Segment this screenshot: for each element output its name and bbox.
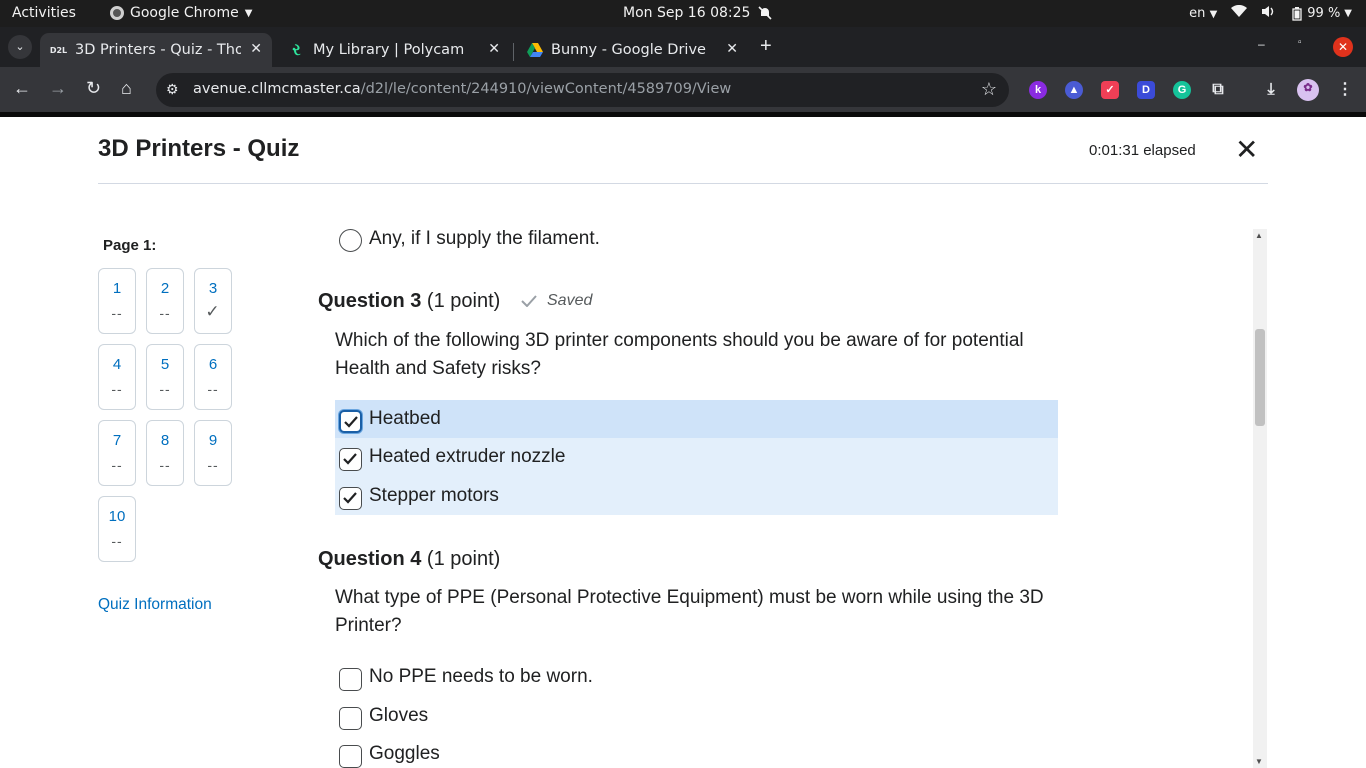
close-window-icon[interactable]: ✕	[1333, 37, 1353, 57]
minimize-icon[interactable]: ‒	[1258, 37, 1265, 51]
extension-k-icon[interactable]: k	[1029, 81, 1047, 99]
app-menu[interactable]: Google Chrome ▼	[110, 5, 252, 21]
tab-title: 3D Printers - Quiz - Thod	[75, 42, 241, 58]
tab-drive[interactable]: Bunny - Google Drive ✕	[516, 33, 748, 67]
scroll-down-icon[interactable]: ▼	[1255, 757, 1263, 766]
polycam-favicon-icon: ર	[292, 40, 301, 59]
google-drive-icon	[526, 43, 543, 57]
question-nav-5[interactable]: 5 --	[146, 344, 184, 410]
tab-separator	[513, 43, 514, 61]
system-top-bar: Activities Google Chrome ▼ Mon Sep 16 08…	[0, 0, 1366, 27]
tab-polycam[interactable]: ર My Library | Polycam ✕	[278, 33, 510, 67]
clock[interactable]: Mon Sep 16 08:25	[623, 5, 772, 21]
wifi-icon	[1231, 4, 1248, 22]
answer-option[interactable]: Stepper motors	[335, 476, 1058, 515]
header-divider	[98, 183, 1268, 184]
tab-strip: ⌄ D2L 3D Printers - Quiz - Thod ✕ ર My L…	[0, 27, 1366, 67]
menu-kebab-icon[interactable]: ⋮	[1336, 81, 1354, 99]
tab-title: Bunny - Google Drive	[551, 42, 706, 58]
new-tab-icon[interactable]: +	[760, 35, 772, 58]
checkbox-checked[interactable]	[339, 487, 362, 510]
maximize-icon[interactable]: ▫	[1298, 37, 1302, 48]
question-nav-6[interactable]: 6 --	[194, 344, 232, 410]
content-scrollbar[interactable]: ▲ ▼	[1253, 229, 1267, 768]
scroll-up-icon[interactable]: ▲	[1255, 231, 1263, 240]
language-indicator[interactable]: en ▼	[1189, 6, 1217, 21]
question-nav-1[interactable]: 1 --	[98, 268, 136, 334]
page-top-border	[0, 112, 1366, 117]
question-nav-8[interactable]: 8 --	[146, 420, 184, 486]
question-nav-9[interactable]: 9 --	[194, 420, 232, 486]
address-bar[interactable]: ⚙ avenue.cllmcmaster.ca/d2l/le/content/2…	[156, 73, 1009, 107]
question-4-heading: Question 4 (1 point)	[318, 548, 501, 570]
checkbox-checked[interactable]	[339, 448, 362, 471]
question-nav-4[interactable]: 4 --	[98, 344, 136, 410]
d2l-favicon-icon: D2L	[49, 45, 68, 55]
reload-icon[interactable]: ↻	[86, 79, 101, 97]
quiz-information-link[interactable]: Quiz Information	[98, 596, 212, 614]
chevron-down-icon: ▼	[244, 7, 253, 19]
saved-indicator: Saved	[521, 292, 592, 310]
extension-d-icon[interactable]: D	[1137, 81, 1155, 99]
bookmark-star-icon[interactable]: ☆	[981, 79, 997, 100]
answer-option[interactable]: Heated extruder nozzle	[335, 438, 1058, 476]
answer-option[interactable]: Gloves	[335, 697, 1058, 735]
page-title: 3D Printers - Quiz	[98, 135, 300, 162]
clock-text: Mon Sep 16 08:25	[623, 5, 751, 21]
downloads-icon[interactable]: ⤓	[1262, 81, 1280, 99]
grammarly-icon[interactable]: G	[1173, 81, 1191, 99]
radio-button[interactable]	[339, 229, 362, 252]
forward-icon[interactable]: →	[49, 79, 67, 97]
site-settings-icon[interactable]: ⚙	[166, 81, 179, 98]
extensions-puzzle-icon[interactable]: ⧉	[1209, 81, 1227, 99]
activities-button[interactable]: Activities	[12, 5, 76, 21]
answered-check-icon: ✓	[205, 302, 221, 321]
system-status[interactable]: en ▼ 99 % ▼	[1189, 4, 1352, 22]
checkbox[interactable]	[339, 668, 362, 691]
tab-search-button[interactable]: ⌄	[8, 35, 32, 59]
question-3-heading: Question 3 (1 point)	[318, 290, 501, 312]
elapsed-timer: 0:01:31 elapsed	[1089, 142, 1196, 159]
question-4-text: What type of PPE (Personal Protective Eq…	[335, 587, 1044, 636]
close-tab-icon[interactable]: ✕	[488, 41, 500, 57]
close-tab-icon[interactable]: ✕	[250, 41, 262, 57]
checkbox-checked[interactable]	[339, 410, 362, 433]
question-3-text: Which of the following 3D printer compon…	[335, 330, 1024, 379]
checkbox[interactable]	[339, 707, 362, 730]
checkbox[interactable]	[339, 745, 362, 768]
extension-hat-icon[interactable]: ▲	[1065, 81, 1083, 99]
volume-icon	[1261, 5, 1277, 22]
answer-option[interactable]: Goggles	[335, 735, 1058, 768]
tab-quiz[interactable]: D2L 3D Printers - Quiz - Thod ✕	[40, 33, 272, 67]
battery-indicator: 99 % ▼	[1291, 6, 1352, 21]
browser-toolbar: ← → ↻ ⌂ ⚙ avenue.cllmcmaster.ca/d2l/le/c…	[0, 67, 1366, 112]
question-nav-7[interactable]: 7 --	[98, 420, 136, 486]
answer-option[interactable]: Any, if I supply the filament.	[335, 228, 1058, 258]
notifications-off-icon	[758, 6, 772, 20]
answer-option[interactable]: No PPE needs to be worn.	[335, 658, 1058, 696]
app-name: Google Chrome	[130, 5, 239, 21]
answer-option[interactable]: Heatbed	[335, 400, 1058, 438]
profile-avatar[interactable]: ✿	[1297, 79, 1319, 101]
close-icon[interactable]: ✕	[1235, 136, 1258, 164]
question-nav-3[interactable]: 3 ✓	[194, 268, 232, 334]
check-icon	[521, 295, 537, 307]
back-icon[interactable]: ←	[13, 79, 31, 97]
scrollbar-thumb[interactable]	[1255, 329, 1265, 426]
question-nav-2[interactable]: 2 --	[146, 268, 184, 334]
tab-title: My Library | Polycam	[313, 42, 465, 58]
url-text[interactable]: avenue.cllmcmaster.ca/d2l/le/content/244…	[193, 81, 731, 97]
battery-icon	[1292, 6, 1302, 21]
home-icon[interactable]: ⌂	[121, 79, 132, 97]
page-label: Page 1:	[103, 237, 157, 254]
close-tab-icon[interactable]: ✕	[726, 41, 738, 57]
chrome-icon	[110, 6, 124, 20]
pocket-icon[interactable]: ✓	[1101, 81, 1119, 99]
question-nav-10[interactable]: 10 --	[98, 496, 136, 562]
